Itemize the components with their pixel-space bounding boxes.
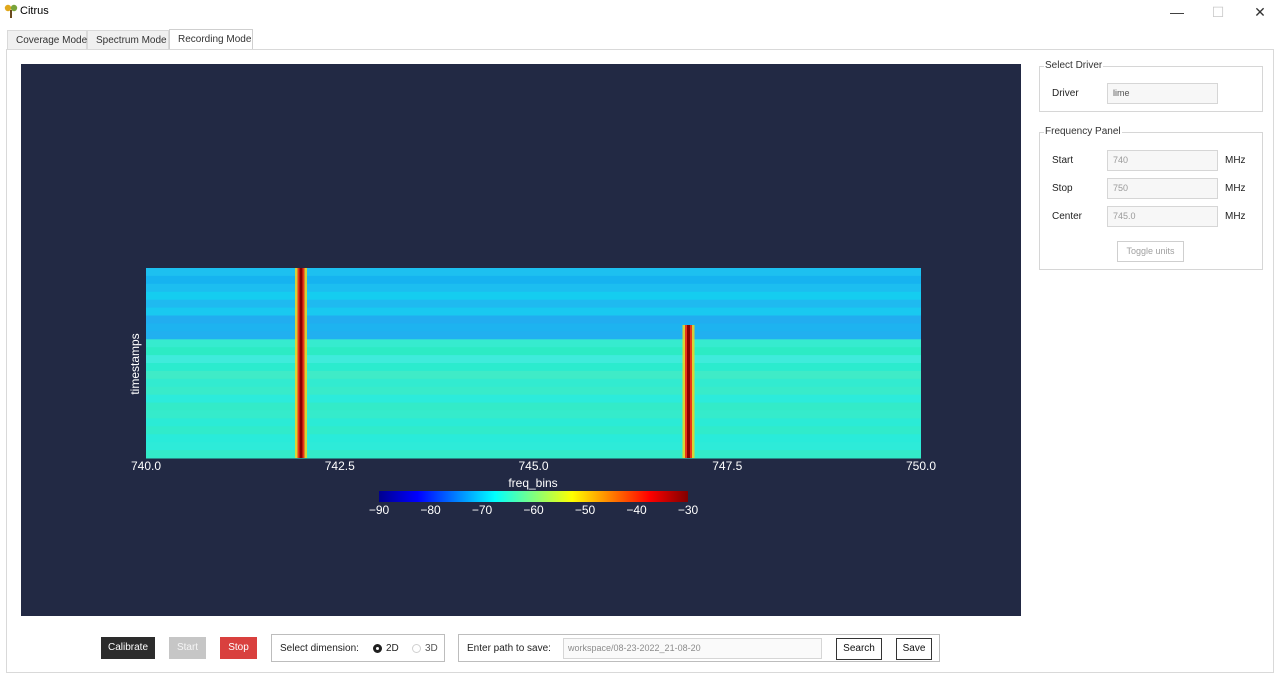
waterfall-chart: 740.0 742.5 745.0 747.5 750.0 freq_bins time… [128,268,936,517]
driver-field[interactable]: lime [1107,83,1218,104]
radio-3d-label[interactable]: 3D [425,643,438,654]
start-unit-label: MHz [1225,155,1246,166]
colorbar-tick-label: −50 [575,503,596,517]
x-tick-label: 740.0 [131,459,161,473]
search-button[interactable]: Search [836,638,882,660]
dimension-label: Select dimension: [280,643,359,654]
center-label: Center [1052,211,1083,222]
x-axis-ticks: 740.0 742.5 745.0 747.5 750.0 [131,459,936,473]
tab-spectrum-mode[interactable]: Spectrum Mode [87,30,169,49]
path-label: Enter path to save: [467,643,551,654]
heatmap-row [146,347,921,356]
colorbar-tick-label: −80 [420,503,441,517]
heatmap-row [146,268,921,277]
dimension-selector: Select dimension: 2D 3D [271,634,445,662]
center-frequency-field[interactable]: 745.0 [1107,206,1218,227]
heatmap-row [146,410,921,419]
heatmap [146,268,921,459]
stop-frequency-field[interactable]: 750 [1107,178,1218,199]
x-axis-label: freq_bins [508,476,557,490]
heatmap-row [146,426,921,435]
heatmap-row [146,315,921,324]
window-title: Citrus [20,5,49,17]
heatmap-row [146,378,921,388]
citrus-logo-icon [4,4,18,18]
calibrate-button[interactable]: Calibrate [101,637,155,659]
signal-band-core [687,325,690,458]
heatmap-row [146,275,921,285]
stop-button[interactable]: Stop [220,637,257,659]
heatmap-row [146,442,921,451]
colorbar [379,491,688,502]
heatmap-row [146,323,921,332]
start-frequency-field[interactable]: 740 [1107,150,1218,171]
save-path-panel: Enter path to save: workspace/08-23-2022… [458,634,940,662]
heatmap-row [146,331,921,340]
signal-band-core [299,268,303,458]
radio-3d[interactable] [412,644,421,653]
heatmap-row [146,339,921,348]
save-path-input[interactable]: workspace/08-23-2022_21-08-20 [563,638,822,659]
heatmap-row [146,418,921,427]
y-axis-label: timestamps [128,333,142,394]
x-tick-label: 745.0 [518,459,548,473]
select-driver-title: Select Driver [1044,60,1104,71]
colorbar-tick-label: −70 [472,503,493,517]
minimize-button[interactable]: — [1162,2,1192,22]
start-button[interactable]: Start [169,637,206,659]
start-label: Start [1052,155,1074,166]
frequency-panel-title: Frequency Panel [1044,126,1122,137]
maximize-button[interactable]: ☐ [1203,2,1233,22]
x-tick-label: 750.0 [906,459,936,473]
heatmap-row [146,386,921,396]
save-button[interactable]: Save [896,638,932,660]
waterfall-plot: 740.0 742.5 745.0 747.5 750.0 freq_bins time… [21,64,1021,616]
colorbar-tick-label: −40 [626,503,647,517]
tab-recording-mode[interactable]: Recording Mode [169,29,253,50]
heatmap-row [146,370,921,380]
heatmap-row [146,394,921,404]
heatmap-row [146,363,921,372]
frequency-panel-group: Frequency Panel Start 740 MHz Stop 750 M… [1039,126,1263,270]
stop-label: Stop [1052,183,1073,194]
heatmap-row [146,434,921,443]
close-button[interactable]: ✕ [1245,2,1275,22]
heatmap-row [146,355,921,364]
heatmap-row [146,299,921,309]
stop-unit-label: MHz [1225,183,1246,194]
title-bar: Citrus — ☐ ✕ [0,0,1280,24]
heatmap-row [146,450,921,459]
colorbar-tick-label: −60 [523,503,544,517]
heatmap-row [146,291,921,301]
radio-2d-label[interactable]: 2D [386,643,399,654]
heatmap-row [146,402,921,411]
colorbar-ticks: −90 −80 −70 −60 −50 −40 −30 [369,503,699,517]
tab-coverage-mode[interactable]: Coverage Mode [7,30,87,49]
center-unit-label: MHz [1225,211,1246,222]
x-tick-label: 747.5 [712,459,742,473]
heatmap-row [146,283,921,293]
colorbar-tick-label: −30 [678,503,699,517]
heatmap-row [146,307,921,316]
colorbar-tick-label: −90 [369,503,390,517]
x-tick-label: 742.5 [325,459,355,473]
select-driver-group: Select Driver Driver lime [1039,60,1263,112]
toggle-units-button[interactable]: Toggle units [1117,241,1184,262]
radio-2d[interactable] [373,644,382,653]
driver-label: Driver [1052,88,1079,99]
